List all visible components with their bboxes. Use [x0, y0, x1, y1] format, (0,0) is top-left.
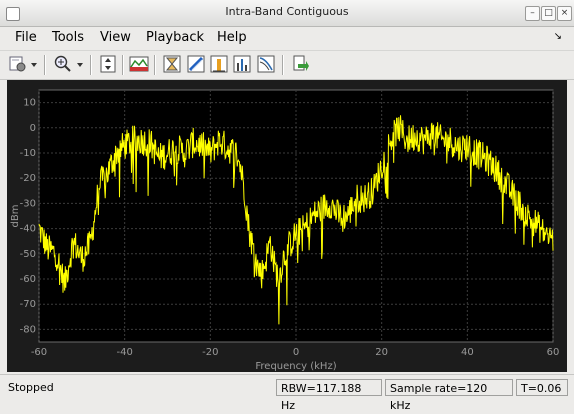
maximize-icon[interactable]: □	[541, 6, 556, 21]
x-tick-label: -20	[202, 347, 218, 358]
y-axis-label: dBm	[10, 205, 21, 228]
zoom-in-icon[interactable]	[53, 54, 73, 74]
toolbar-separator	[90, 55, 92, 75]
toolbar-separator	[122, 55, 124, 75]
menu-view[interactable]: View	[100, 30, 131, 45]
y-tick-labels: 10 0 -10 -20 -30 -40 -50 -60 -70 -80	[20, 98, 36, 336]
menu-playback[interactable]: Playback	[146, 30, 204, 45]
x-tick-label: 40	[461, 347, 474, 358]
channel-measurements-icon[interactable]	[186, 54, 206, 74]
dock-arrow-icon[interactable]: ↘	[554, 31, 562, 42]
dropdown-arrow-icon[interactable]	[75, 54, 85, 74]
y-tick-label: -30	[20, 198, 36, 209]
x-axis-label: Frequency (kHz)	[255, 361, 336, 372]
status-rbw: RBW=117.188 Hz	[276, 379, 382, 412]
y-tick-label: -60	[20, 274, 36, 285]
toolbar-separator	[154, 55, 156, 75]
print-to-figure-icon[interactable]	[290, 54, 310, 74]
dropdown-arrow-icon[interactable]	[29, 54, 39, 74]
configuration-icon[interactable]	[8, 54, 28, 74]
spectrum-chart[interactable]: -60 -40 -20 0 20 40 60 10 0 -10 -20 -30 -40 -50 -60 -7…	[7, 80, 567, 372]
cursor-measurements-icon[interactable]	[162, 54, 182, 74]
menu-tools[interactable]: Tools	[52, 30, 84, 45]
close-icon[interactable]: ×	[557, 6, 572, 21]
y-tick-label: -50	[20, 249, 36, 260]
spectrum-plot-panel: -60 -40 -20 0 20 40 60 10 0 -10 -20 -30 -40 -50 -60 -7…	[7, 80, 567, 372]
distortion-measurements-icon[interactable]	[232, 54, 252, 74]
toolbar-separator	[282, 55, 284, 75]
ccdf-measurements-icon[interactable]	[256, 54, 276, 74]
peak-finder-icon[interactable]	[209, 54, 229, 74]
y-tick-label: -40	[20, 224, 36, 235]
menu-bar: File Tools View Playback Help ↘	[0, 27, 574, 49]
y-tick-label: 10	[23, 98, 36, 109]
menu-file[interactable]: File	[15, 30, 37, 45]
spectrum-settings-icon[interactable]	[129, 54, 149, 74]
window-title: Intra-Band Contiguous	[225, 5, 349, 18]
x-tick-label: 0	[293, 347, 299, 358]
y-tick-label: 0	[30, 123, 36, 134]
status-time: T=0.06	[516, 379, 568, 396]
x-tick-label: -60	[31, 347, 47, 358]
x-tick-label: -40	[116, 347, 132, 358]
x-tick-label: 60	[547, 347, 560, 358]
menu-help[interactable]: Help	[217, 30, 247, 45]
status-state: Stopped	[8, 381, 54, 394]
toolbar	[0, 50, 574, 80]
y-tick-label: -70	[20, 299, 36, 310]
y-tick-label: -20	[20, 173, 36, 184]
x-tick-labels: -60 -40 -20 0 20 40 60	[31, 347, 560, 358]
y-tick-label: -10	[20, 148, 36, 159]
scale-axes-icon[interactable]	[98, 54, 118, 74]
y-tick-label: -80	[20, 324, 36, 335]
toolbar-separator	[44, 55, 46, 75]
minimize-icon[interactable]: –	[525, 6, 540, 21]
x-tick-label: 20	[375, 347, 388, 358]
window-title-bar[interactable]: Intra-Band Contiguous – □ ×	[0, 0, 574, 27]
status-bar: Stopped RBW=117.188 Hz Sample rate=120 k…	[0, 374, 574, 412]
status-sample-rate: Sample rate=120 kHz	[385, 379, 513, 412]
